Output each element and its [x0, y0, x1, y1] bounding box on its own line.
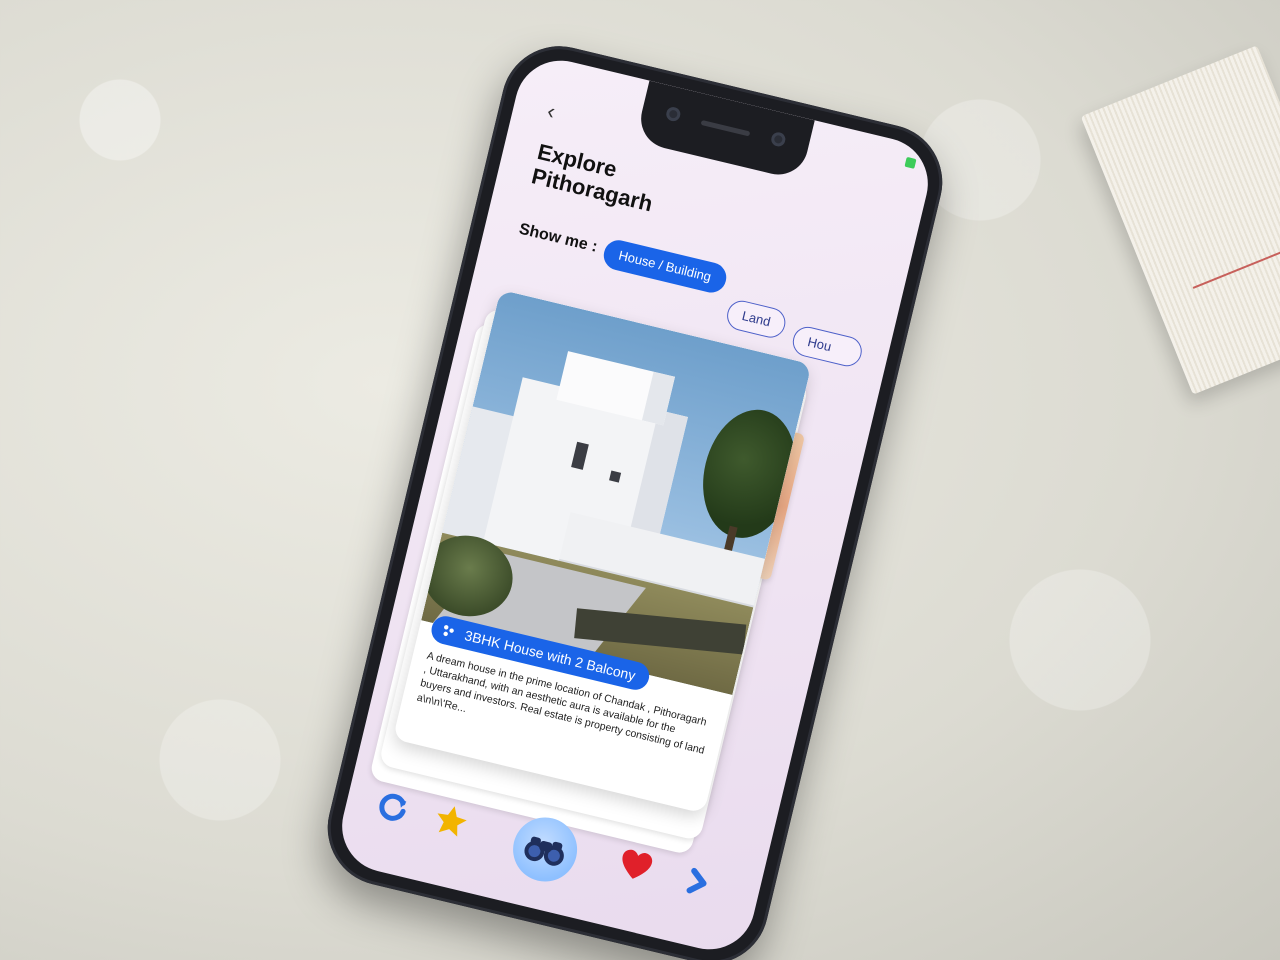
chevron-right-icon — [686, 867, 707, 894]
chip-land[interactable]: Land — [724, 297, 789, 341]
favorite-star-button[interactable] — [427, 797, 475, 845]
star-icon — [437, 806, 467, 837]
binoculars-icon — [524, 836, 564, 866]
earpiece-speaker — [700, 119, 751, 137]
front-camera-secondary — [769, 130, 787, 148]
front-camera — [664, 105, 682, 123]
battery-icon — [904, 156, 917, 169]
next-listing-button[interactable] — [674, 858, 722, 906]
explore-button[interactable] — [506, 810, 584, 889]
listing-card[interactable]: 3BHK House with 2 Balcony A dream house … — [392, 289, 812, 814]
like-heart-button[interactable] — [612, 841, 660, 889]
location-dots-icon — [443, 625, 454, 637]
refresh-icon — [379, 793, 407, 821]
filter-label: Show me : — [517, 220, 600, 256]
listing-card-stack: 3BHK House with 2 Balcony A dream house … — [368, 289, 822, 856]
refresh-button[interactable] — [369, 783, 417, 831]
heart-icon — [622, 849, 653, 879]
back-button[interactable]: ‹ — [545, 98, 558, 125]
chip-house-building[interactable]: House / Building — [600, 237, 729, 296]
